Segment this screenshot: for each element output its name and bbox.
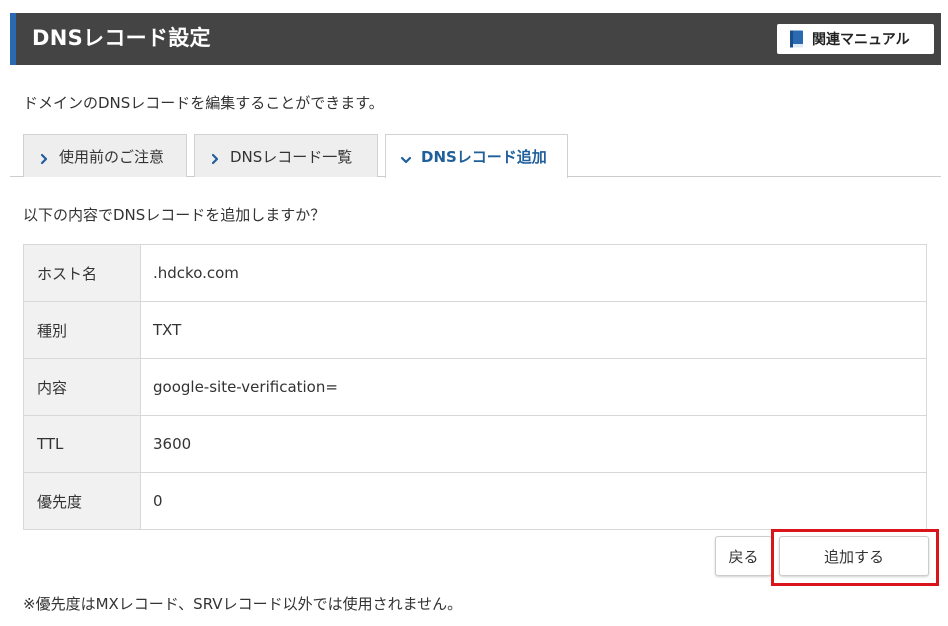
priority-value: 0 xyxy=(140,472,927,530)
page-description: ドメインのDNSレコードを編集することができます。 xyxy=(23,94,384,112)
page-title: DNSレコード設定 xyxy=(32,26,211,50)
table-row: 優先度 0 xyxy=(23,472,927,530)
back-button[interactable]: 戻る xyxy=(715,536,772,576)
tab-label: DNSレコード一覧 xyxy=(230,147,353,166)
add-button[interactable]: 追加する xyxy=(779,536,929,576)
tab-label: 使用前のご注意 xyxy=(59,147,165,166)
table-row: TTL 3600 xyxy=(23,415,927,473)
table-row: 内容 google-site-verification= xyxy=(23,358,927,416)
chevron-right-icon xyxy=(209,150,221,165)
chevron-down-icon xyxy=(400,151,412,163)
record-type-label: 種別 xyxy=(23,301,141,359)
ttl-value: 3600 xyxy=(140,415,927,473)
related-manual-label: 関連マニュアル xyxy=(812,32,910,48)
book-icon xyxy=(789,30,804,48)
table-row: 種別 TXT xyxy=(23,301,927,359)
priority-label: 優先度 xyxy=(23,472,141,530)
tab-label: DNSレコード追加 xyxy=(421,148,547,166)
host-name-value: .hdcko.com xyxy=(140,244,927,302)
table-row: ホスト名 .hdcko.com xyxy=(23,244,927,302)
tab-dns-record-add[interactable]: DNSレコード追加 xyxy=(385,134,568,178)
host-name-label: ホスト名 xyxy=(23,244,141,302)
related-manual-button[interactable]: 関連マニュアル xyxy=(777,24,934,54)
priority-note: ※優先度はMXレコード、SRVレコード以外では使用されません。 xyxy=(23,595,463,613)
tab-dns-record-list[interactable]: DNSレコード一覧 xyxy=(194,134,378,177)
tab-usage-notes[interactable]: 使用前のご注意 xyxy=(23,134,187,177)
record-type-value: TXT xyxy=(140,301,927,359)
ttl-label: TTL xyxy=(23,415,141,473)
confirm-message: 以下の内容でDNSレコードを追加しますか？ xyxy=(23,206,326,224)
page-header: DNSレコード設定 関連マニュアル xyxy=(10,13,941,65)
record-table: ホスト名 .hdcko.com 種別 TXT 内容 google-site-ve… xyxy=(23,244,927,530)
content-value: google-site-verification= xyxy=(140,358,927,416)
content-label: 内容 xyxy=(23,358,141,416)
chevron-right-icon xyxy=(38,150,50,165)
